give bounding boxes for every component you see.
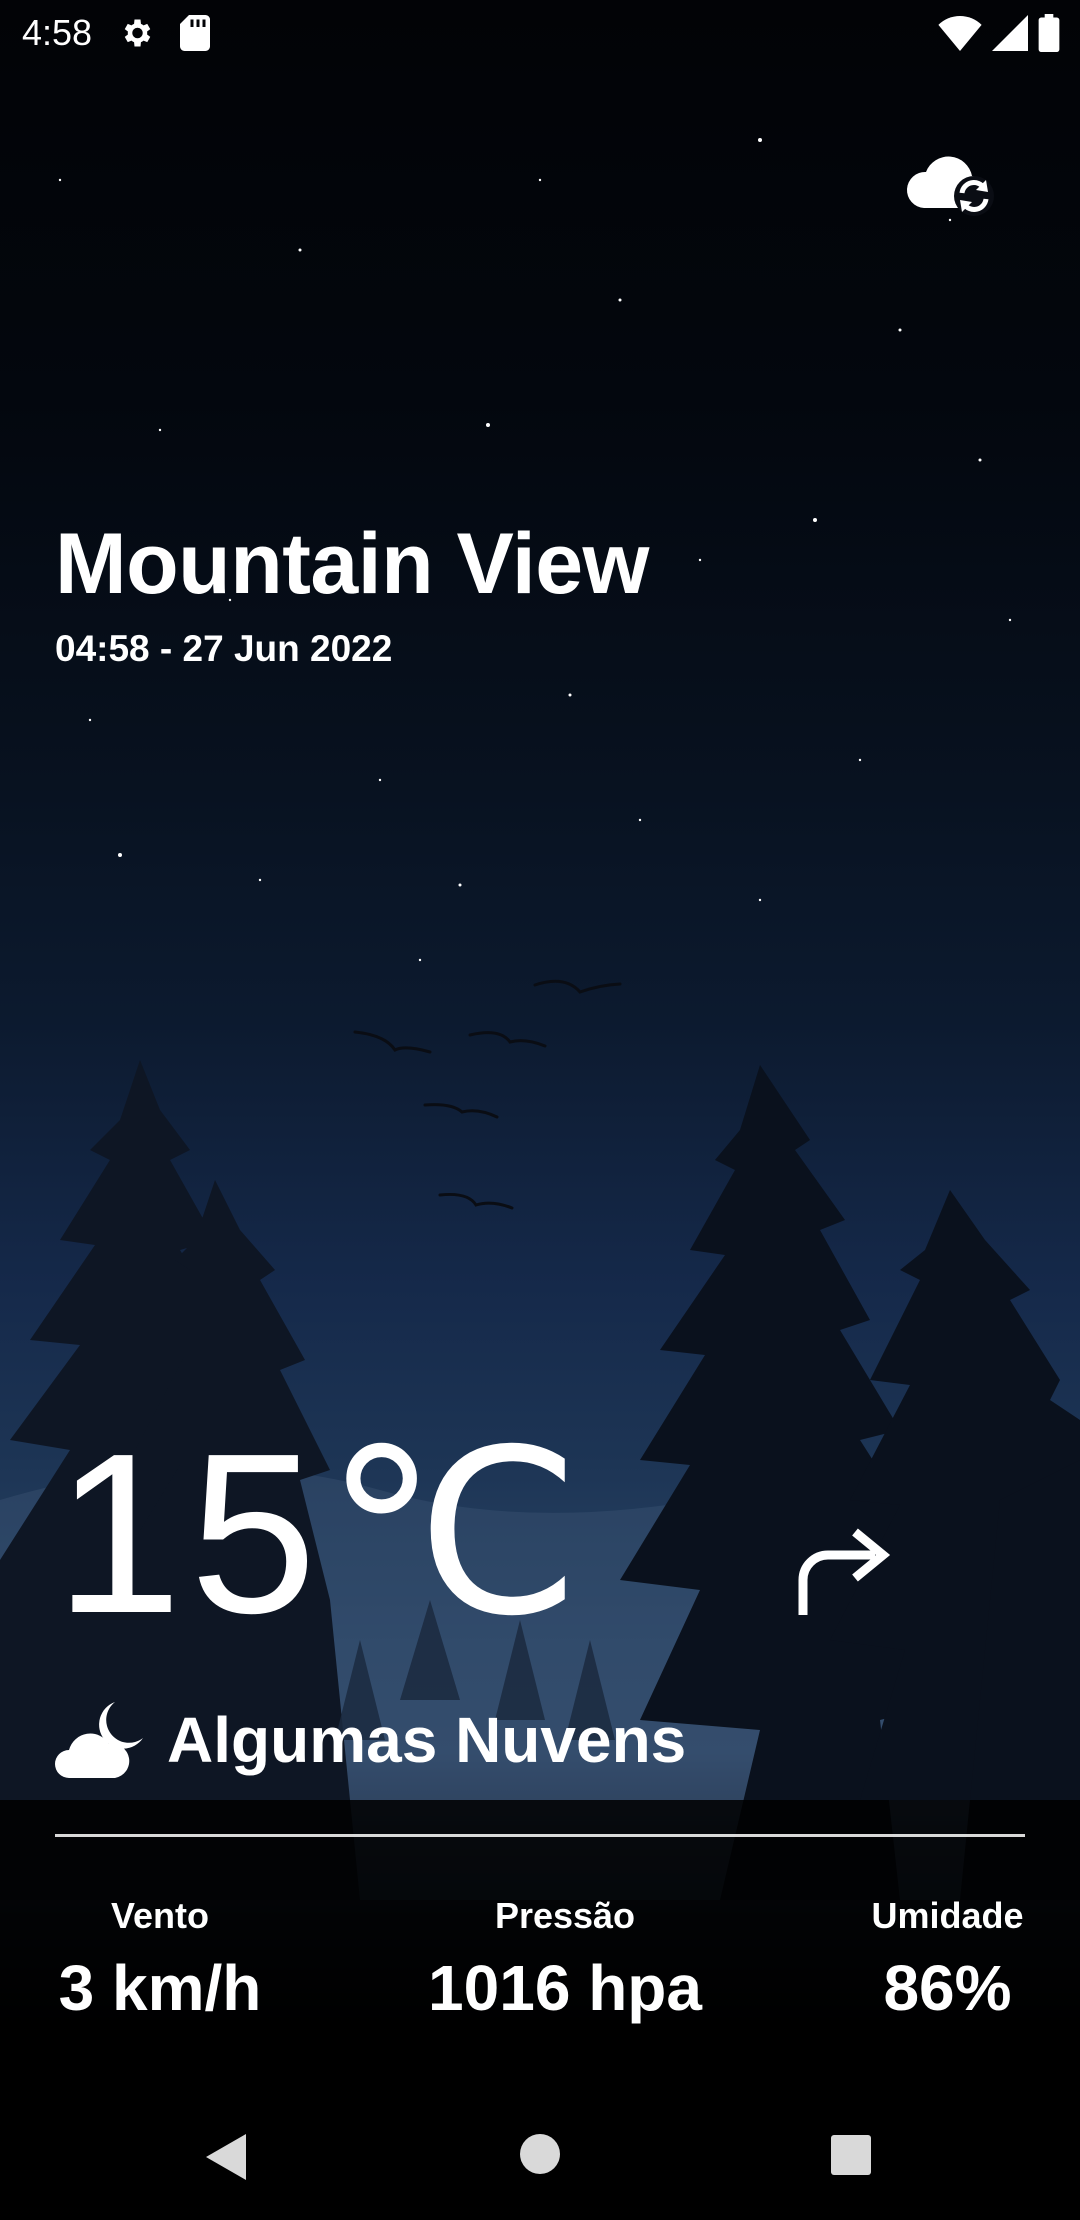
gear-icon: [124, 19, 151, 47]
night-sky-background: [0, 138, 1080, 2220]
weather-screen: 4:58 Mountain View 04:58 - 27 Jun 2022 1…: [0, 0, 1080, 2220]
status-bar: 4:58: [0, 0, 1080, 66]
pressure-label: Pressão: [494, 1895, 636, 1936]
humidity-stat: Umidade 86%: [860, 1895, 1035, 2025]
birds: [353, 979, 622, 1210]
wifi-icon: [938, 16, 982, 51]
humidity-label: Umidade: [871, 1895, 1024, 1936]
crescent-moon: [720, 603, 853, 764]
divider: [55, 1834, 1025, 1837]
wind-value: 3 km/h: [58, 1952, 262, 2024]
temperature: 15℃: [55, 1407, 589, 1661]
pressure-stat: Pressão 1016 hpa: [415, 1895, 715, 2025]
status-left: 4:58: [22, 12, 211, 54]
weather-condition: Algumas Nuvens: [55, 1690, 686, 1790]
status-right: [938, 14, 1060, 52]
wind-direction-arrow-icon: [798, 1528, 891, 1615]
navigation-bar: [0, 2080, 1080, 2220]
battery-icon: [1038, 14, 1060, 52]
sd-card-icon: [180, 15, 211, 51]
city-name: Mountain View: [55, 516, 649, 612]
cell-signal-icon: [992, 15, 1028, 51]
recents-icon[interactable]: [830, 2134, 872, 2176]
humidity-value: 86%: [883, 1952, 1012, 2024]
status-time: 4:58: [22, 12, 93, 53]
wind-label: Vento: [110, 1895, 209, 1936]
refresh-weather-button[interactable]: [902, 146, 1002, 226]
condition-text: Algumas Nuvens: [167, 1704, 687, 1776]
date-time: 04:58 - 27 Jun 2022: [55, 628, 393, 669]
home-icon[interactable]: [518, 2132, 562, 2176]
pressure-value: 1016 hpa: [428, 1952, 702, 2024]
cloud-refresh-icon: [906, 156, 994, 216]
cloud-moon-icon: [55, 1702, 143, 1778]
back-icon[interactable]: [202, 2132, 250, 2182]
wind-stat: Vento 3 km/h: [55, 1895, 265, 2025]
